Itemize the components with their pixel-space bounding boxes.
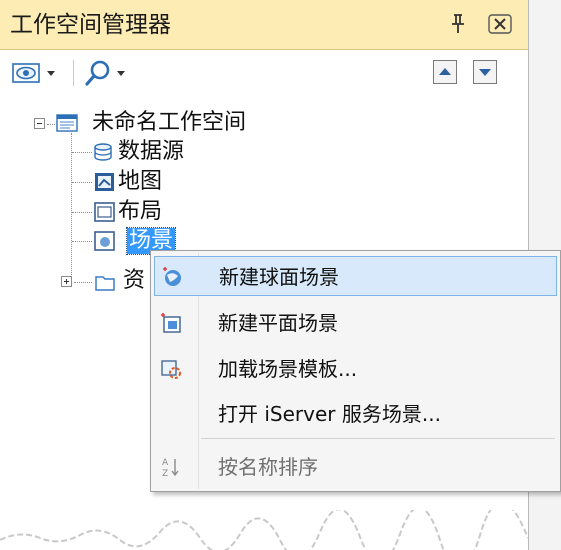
- menu-item-new-plane-scene[interactable]: 新建平面场景: [154, 303, 557, 343]
- tree-connector: [72, 241, 92, 242]
- collapse-toggle[interactable]: [34, 118, 45, 129]
- toolbar-separator: [73, 60, 74, 86]
- folder-icon: [95, 276, 115, 291]
- expand-toggle[interactable]: [61, 276, 72, 287]
- panel-title: 工作空间管理器: [10, 12, 171, 38]
- chevron-down-icon: [47, 71, 55, 76]
- tree-item-datasource[interactable]: 数据源: [118, 139, 184, 165]
- move-up-button[interactable]: [433, 60, 457, 84]
- tree-item-resources[interactable]: 资: [123, 268, 145, 294]
- datasource-icon: [94, 143, 112, 161]
- tree-root-label[interactable]: 未命名工作空间: [92, 110, 246, 136]
- triangle-up-icon: [439, 68, 451, 75]
- close-icon[interactable]: [487, 12, 513, 36]
- tree-connector: [72, 152, 92, 153]
- panel-toolbar: [0, 50, 528, 96]
- screen: 工作空间管理器 未命名工作空间 数据源 地图 布局 场景 资 新建球面场景 新建…: [0, 0, 561, 550]
- tree-connector: [47, 124, 55, 125]
- plane-scene-icon: [161, 313, 181, 333]
- menu-separator: [201, 438, 555, 439]
- menu-item-label: 加载场景模板...: [218, 357, 358, 381]
- menu-item-label: 新建平面场景: [218, 311, 338, 335]
- search-button[interactable]: [82, 58, 134, 88]
- panel-titlebar: 工作空间管理器: [0, 0, 528, 50]
- tree-connector: [72, 182, 92, 183]
- sort-az-icon: A Z: [162, 458, 179, 478]
- menu-item-new-globe-scene[interactable]: 新建球面场景: [154, 256, 557, 296]
- map-icon: [95, 173, 114, 191]
- chevron-down-icon: [117, 71, 125, 76]
- tree-connector: [71, 133, 72, 287]
- search-icon: [85, 60, 110, 86]
- menu-item-sort-by-name[interactable]: A Z 按名称排序: [154, 447, 557, 487]
- workspace-icon: [56, 114, 78, 132]
- scene-icon: [94, 231, 115, 251]
- eye-view-icon: [12, 63, 40, 83]
- menu-item-label: 新建球面场景: [219, 265, 339, 289]
- svg-text:A: A: [162, 458, 169, 468]
- torn-edge-decoration: [0, 510, 528, 550]
- tree-item-map[interactable]: 地图: [118, 169, 162, 195]
- tree-item-layout[interactable]: 布局: [118, 199, 162, 225]
- layout-icon: [94, 202, 115, 222]
- load-template-icon: [161, 360, 181, 379]
- menu-item-load-scene-template[interactable]: 加载场景模板...: [154, 349, 557, 389]
- menu-item-label: 打开 iServer 服务场景...: [218, 402, 441, 426]
- move-down-button[interactable]: [473, 60, 497, 84]
- tree-connector: [74, 282, 92, 283]
- triangle-down-icon: [479, 69, 491, 76]
- pin-icon[interactable]: [446, 12, 470, 36]
- menu-item-open-iserver-scene[interactable]: 打开 iServer 服务场景...: [154, 394, 557, 434]
- globe-scene-icon: [163, 267, 181, 286]
- tree-connector: [72, 212, 92, 213]
- menu-item-label: 按名称排序: [218, 455, 318, 479]
- view-options-button[interactable]: [10, 58, 62, 88]
- context-menu: 新建球面场景 新建平面场景 加载场景模板... 打开 iServer 服务场景.…: [150, 250, 561, 492]
- svg-text:Z: Z: [162, 469, 168, 478]
